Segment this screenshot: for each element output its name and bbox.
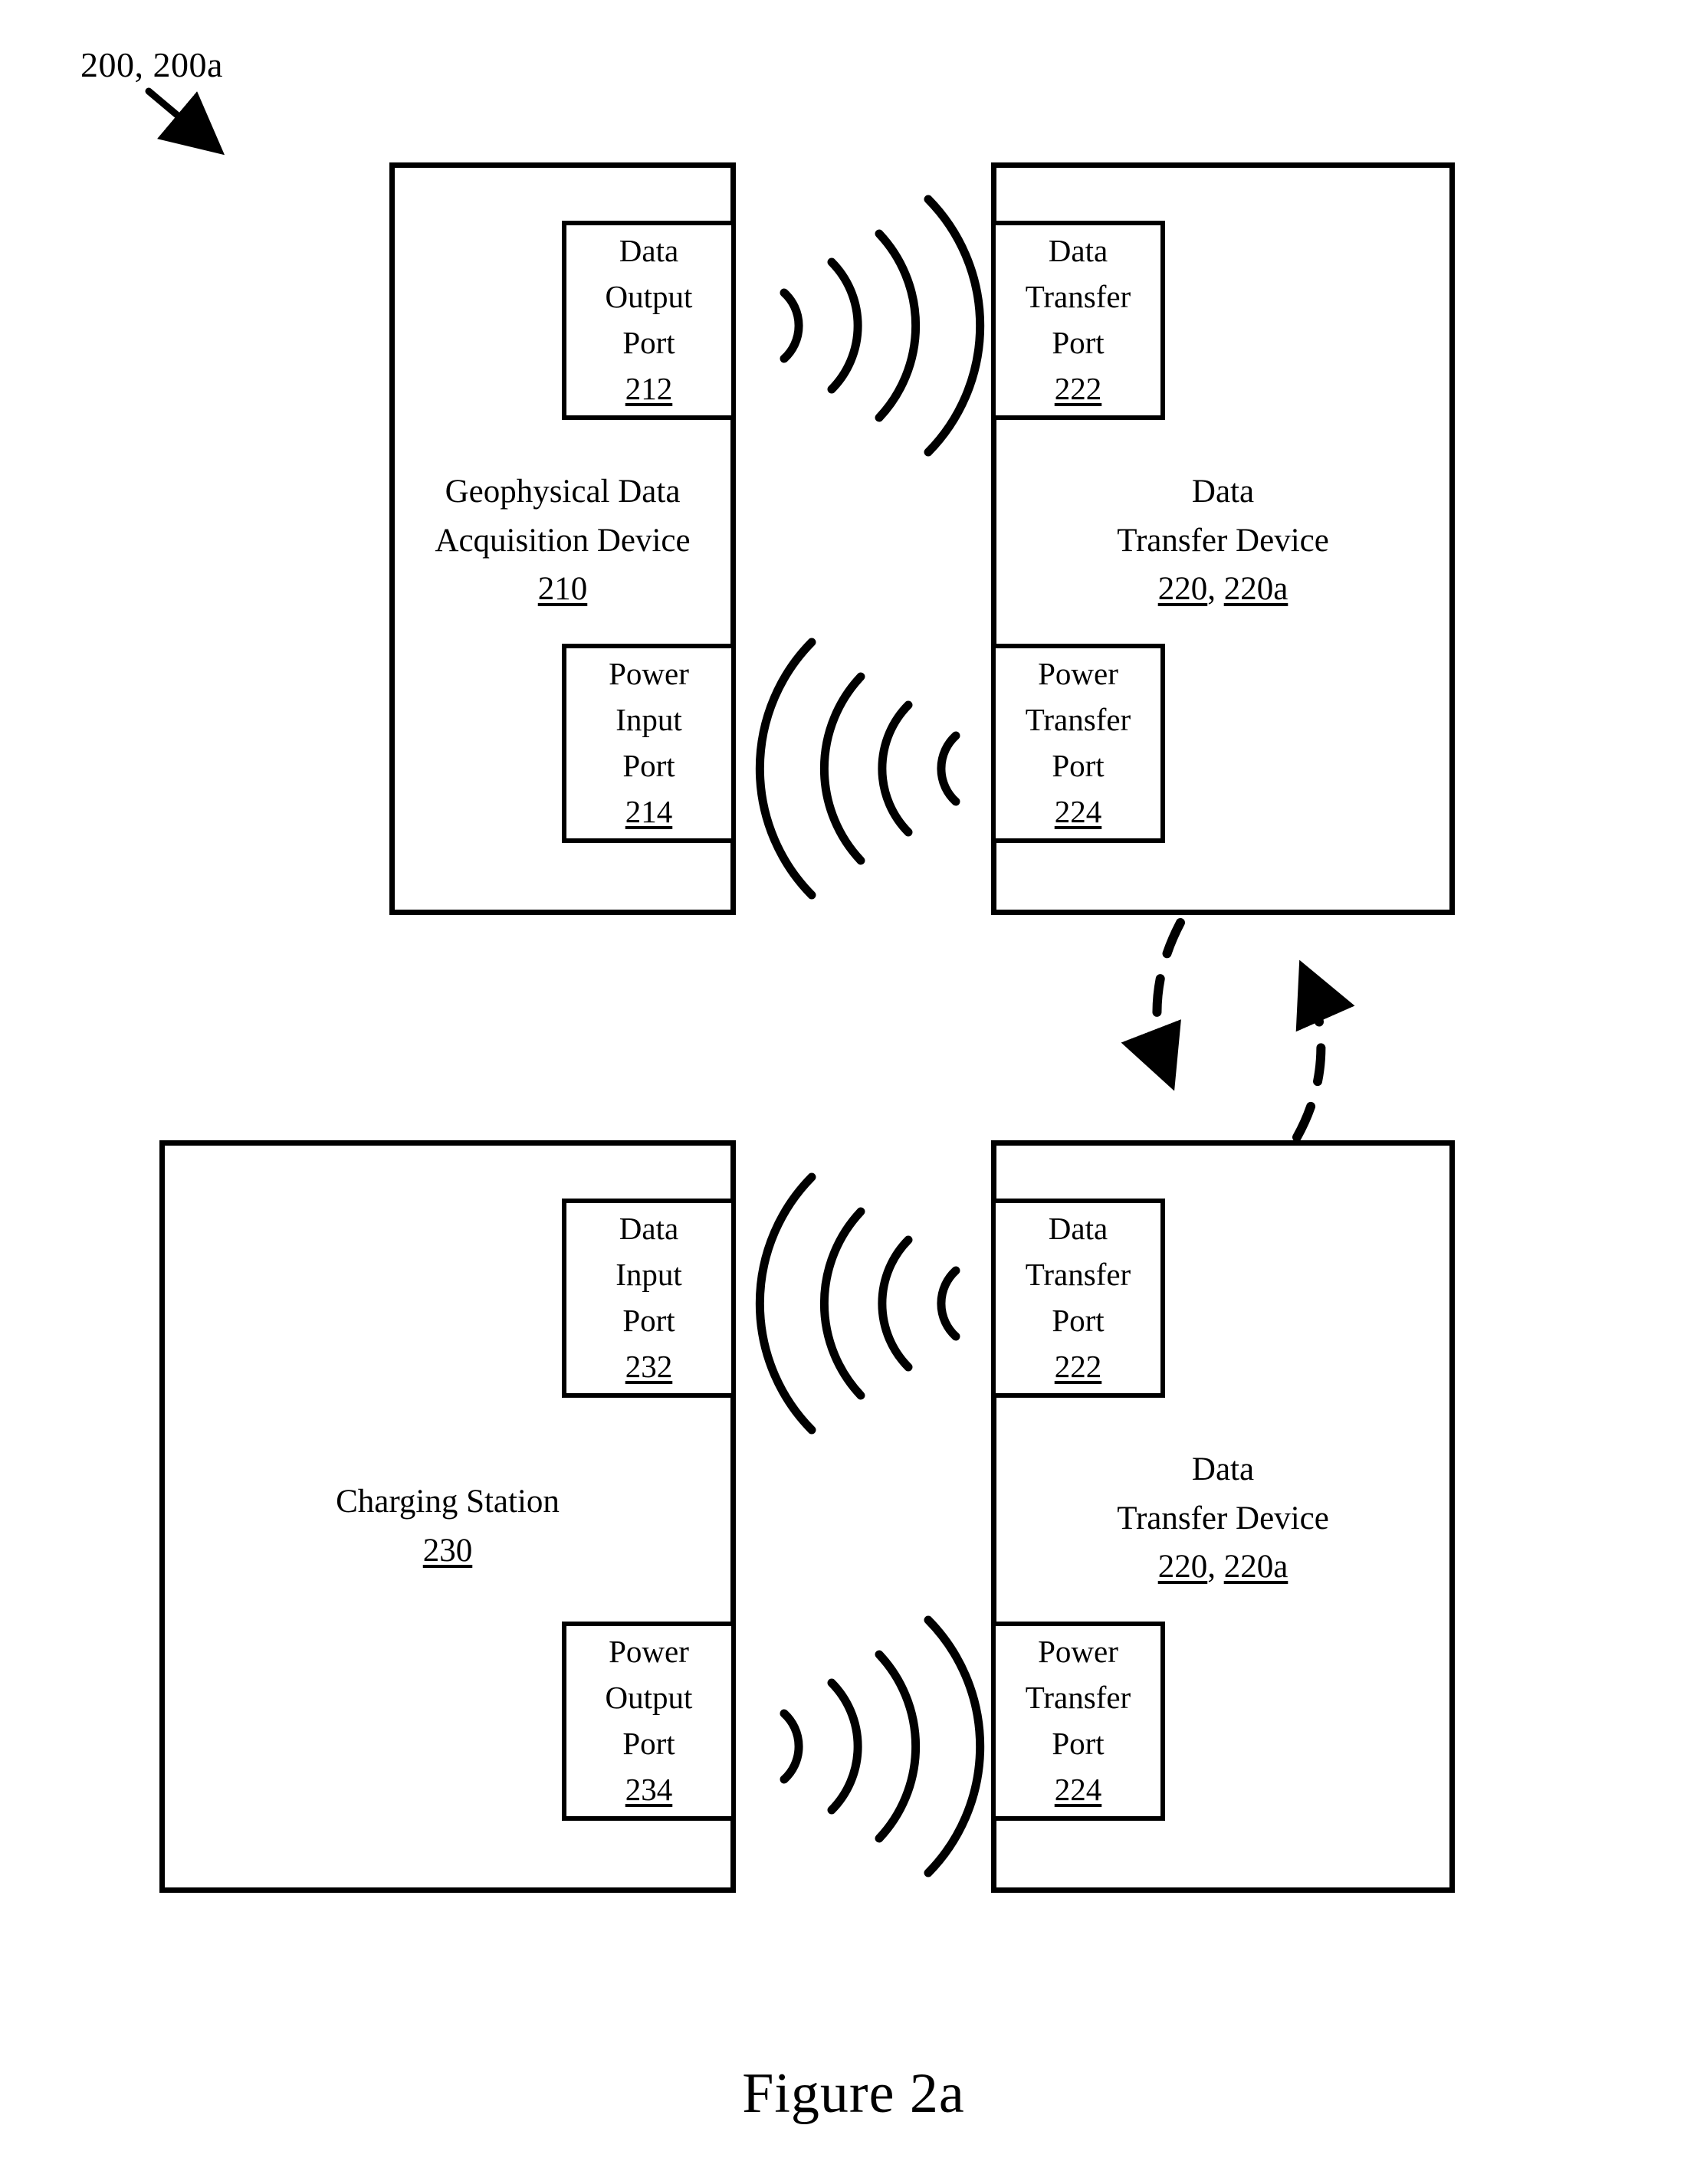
port-line-2: Output	[605, 1680, 693, 1716]
power-transfer-port-box-bottom[interactable]: Power Transfer Port 224	[991, 1622, 1165, 1821]
port-line-3: Port	[622, 748, 675, 783]
figure-caption: Figure 2a	[742, 2062, 965, 2125]
reference-numeral-200: 200, 200a	[80, 45, 223, 84]
device-number-line: 220, 220a	[991, 1543, 1455, 1592]
device-number-separator: ,	[1207, 571, 1224, 608]
power-signal-arcs-top-icon	[747, 604, 993, 910]
port-line-3: Port	[1052, 1726, 1105, 1761]
port-line-3: Port	[622, 325, 675, 360]
data-signal-arcs-top-icon	[747, 161, 993, 467]
port-line-1: Power	[1038, 656, 1118, 692]
port-line-1: Data	[619, 233, 679, 269]
data-transfer-port-box-top[interactable]: Data Transfer Port 222	[991, 221, 1165, 420]
port-line-3: Port	[1052, 748, 1105, 783]
port-number: 212	[625, 370, 673, 406]
data-signal-arcs-bottom-icon	[747, 1139, 993, 1445]
device-title-line2: Acquisition Device	[435, 522, 691, 559]
data-transfer-port-box-bottom[interactable]: Data Transfer Port 222	[991, 1199, 1165, 1398]
device-title-line2: Transfer Device	[1117, 522, 1329, 559]
port-line-1: Data	[1048, 233, 1108, 269]
port-number: 234	[625, 1771, 673, 1807]
port-line-2: Transfer	[1025, 279, 1131, 315]
port-number: 214	[625, 793, 673, 829]
device-number-alt: 220a	[1223, 1549, 1288, 1586]
geophysical-data-acquisition-device-title: Geophysical Data Acquisition Device 210	[389, 467, 736, 614]
power-transfer-port-box-top[interactable]: Power Transfer Port 224	[991, 644, 1165, 843]
port-line-2: Input	[616, 1257, 682, 1293]
port-number: 222	[1054, 1348, 1102, 1384]
data-output-port-box[interactable]: Data Output Port 212	[562, 221, 736, 420]
data-transfer-device-title-bottom: Data Transfer Device 220, 220a	[991, 1445, 1455, 1592]
port-number: 232	[625, 1348, 673, 1384]
port-number: 222	[1054, 370, 1102, 406]
port-line-2: Output	[605, 279, 693, 315]
device-number: 230	[422, 1532, 473, 1569]
device-number-separator: ,	[1207, 1549, 1224, 1586]
port-line-3: Port	[622, 1726, 675, 1761]
device-number: 220	[1157, 571, 1208, 608]
power-signal-arcs-bottom-icon	[747, 1582, 993, 1888]
device-title-line1: Geophysical Data	[445, 474, 681, 510]
port-line-1: Power	[609, 1634, 689, 1670]
port-line-2: Input	[616, 702, 682, 738]
port-line-1: Power	[609, 656, 689, 692]
device-number: 210	[537, 571, 588, 608]
power-output-port-box[interactable]: Power Output Port 234	[562, 1622, 736, 1821]
port-line-2: Transfer	[1025, 702, 1131, 738]
device-title-line1: Data	[1191, 1451, 1255, 1487]
power-input-port-box[interactable]: Power Input Port 214	[562, 644, 736, 843]
device-title-line1: Data	[1191, 474, 1255, 510]
port-line-1: Power	[1038, 1634, 1118, 1670]
port-number: 224	[1054, 793, 1102, 829]
device-title-line2: Transfer Device	[1117, 1500, 1329, 1536]
port-line-2: Transfer	[1025, 1257, 1131, 1293]
device-number: 220	[1157, 1549, 1208, 1586]
port-line-2: Transfer	[1025, 1680, 1131, 1716]
data-input-port-box[interactable]: Data Input Port 232	[562, 1199, 736, 1398]
port-number: 224	[1054, 1771, 1102, 1807]
port-line-1: Data	[1048, 1211, 1108, 1247]
port-line-1: Data	[619, 1211, 679, 1247]
device-number-line: 220, 220a	[991, 565, 1455, 614]
port-line-3: Port	[1052, 325, 1105, 360]
charging-station-title: Charging Station 230	[159, 1477, 736, 1575]
exchange-arrow-up-icon	[1292, 959, 1355, 1142]
figure-page: 200, 200a Geophysical Data Acquisition D…	[0, 0, 1707, 2184]
port-line-3: Port	[1052, 1303, 1105, 1338]
device-title-line1: Charging Station	[336, 1484, 560, 1520]
port-line-3: Port	[622, 1303, 675, 1338]
data-transfer-device-title-top: Data Transfer Device 220, 220a	[991, 467, 1455, 614]
reference-lead-arrow-icon	[145, 87, 245, 172]
exchange-arrow-down-icon	[1121, 918, 1185, 1091]
bidirectional-dashed-exchange-arrows	[1104, 917, 1355, 1143]
device-number-alt: 220a	[1223, 571, 1288, 608]
